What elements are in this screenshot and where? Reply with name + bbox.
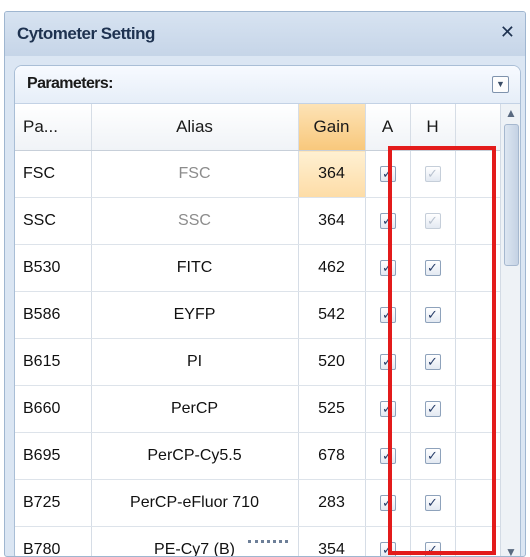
column-header-gain[interactable]: Gain (298, 104, 365, 151)
area-checkbox-cell: ✓ (365, 292, 410, 339)
parameter-cell: B725 (15, 480, 91, 527)
height-checkbox-cell: ✓ (410, 245, 455, 292)
parameters-table: Pa... Alias Gain A H FSCFSC364✓✓SSCSSC36… (15, 104, 500, 557)
table-row[interactable]: B695PerCP-Cy5.5678 ✓ ✓ (15, 433, 500, 480)
parameters-title: Parameters: (27, 75, 113, 93)
spacer-cell (455, 245, 500, 292)
area-checkbox[interactable]: ✓ (380, 213, 396, 229)
collapse-icon[interactable]: ▼ (492, 76, 509, 93)
area-checkbox-cell: ✓ (365, 339, 410, 386)
height-checkbox-cell: ✓ (410, 480, 455, 527)
area-checkbox[interactable]: ✓ (380, 354, 396, 370)
area-checkbox[interactable]: ✓ (380, 166, 396, 182)
gain-cell[interactable]: 542 (298, 292, 365, 339)
close-icon[interactable]: ✕ (500, 22, 515, 43)
gain-cell[interactable]: 364 (298, 151, 365, 198)
area-checkbox[interactable]: ✓ (380, 495, 396, 511)
spacer-cell (455, 433, 500, 480)
gain-cell[interactable]: 364 (298, 198, 365, 245)
parameter-cell: B586 (15, 292, 91, 339)
area-checkbox[interactable]: ✓ (380, 260, 396, 276)
parameter-cell: B530 (15, 245, 91, 292)
area-checkbox-cell: ✓ (365, 527, 410, 557)
height-checkbox-cell: ✓ (410, 198, 455, 245)
cytometer-setting-panel: Cytometer Setting ✕ Parameters: ▼ Pa... … (4, 11, 526, 557)
alias-cell[interactable]: PerCP-Cy5.5 (91, 433, 298, 480)
area-checkbox-cell: ✓ (365, 433, 410, 480)
parameters-grid: Pa... Alias Gain A H FSCFSC364✓✓SSCSSC36… (15, 104, 500, 557)
table-row[interactable]: B615PI520 ✓ ✓ (15, 339, 500, 386)
spacer-cell (455, 527, 500, 557)
vertical-scrollbar[interactable]: ▲ ▼ (500, 104, 521, 557)
height-checkbox-cell: ✓ (410, 151, 455, 198)
spacer-cell (455, 339, 500, 386)
height-checkbox[interactable]: ✓ (425, 260, 441, 276)
height-checkbox: ✓ (425, 213, 441, 229)
height-checkbox-cell: ✓ (410, 339, 455, 386)
parameter-cell: SSC (15, 198, 91, 245)
spacer-cell (455, 386, 500, 433)
alias-cell[interactable]: FITC (91, 245, 298, 292)
column-header-a[interactable]: A (365, 104, 410, 151)
parameter-cell: B615 (15, 339, 91, 386)
column-header-spacer (455, 104, 500, 151)
gain-cell[interactable]: 678 (298, 433, 365, 480)
gain-cell[interactable]: 520 (298, 339, 365, 386)
spacer-cell (455, 198, 500, 245)
panel-titlebar: Cytometer Setting ✕ (5, 12, 525, 56)
table-row[interactable]: B660PerCP525 ✓ ✓ (15, 386, 500, 433)
parameters-header: Parameters: ▼ (15, 66, 520, 104)
area-checkbox[interactable]: ✓ (380, 448, 396, 464)
table-row[interactable]: FSCFSC364✓✓ (15, 151, 500, 198)
spacer-cell (455, 292, 500, 339)
height-checkbox-cell: ✓ (410, 433, 455, 480)
gain-cell[interactable]: 283 (298, 480, 365, 527)
column-header-parameter[interactable]: Pa... (15, 104, 91, 151)
gain-cell[interactable]: 525 (298, 386, 365, 433)
alias-cell[interactable]: EYFP (91, 292, 298, 339)
resize-grip-icon[interactable] (248, 540, 288, 546)
height-checkbox[interactable]: ✓ (425, 448, 441, 464)
panel-title: Cytometer Setting (17, 24, 155, 44)
area-checkbox-cell: ✓ (365, 386, 410, 433)
gain-cell[interactable]: 462 (298, 245, 365, 292)
gain-cell[interactable]: 354 (298, 527, 365, 557)
area-checkbox[interactable]: ✓ (380, 307, 396, 323)
spacer-cell (455, 480, 500, 527)
parameter-cell: B695 (15, 433, 91, 480)
area-checkbox-cell: ✓ (365, 198, 410, 245)
height-checkbox-cell: ✓ (410, 527, 455, 557)
area-checkbox[interactable]: ✓ (380, 401, 396, 417)
parameter-cell: FSC (15, 151, 91, 198)
alias-cell[interactable]: SSC (91, 198, 298, 245)
height-checkbox[interactable]: ✓ (425, 354, 441, 370)
alias-cell[interactable]: FSC (91, 151, 298, 198)
parameters-group: Parameters: ▼ Pa... Alias Gain A H FSCFS… (14, 65, 521, 557)
height-checkbox[interactable]: ✓ (425, 495, 441, 511)
table-row[interactable]: B586EYFP542 ✓ ✓ (15, 292, 500, 339)
area-checkbox-cell: ✓ (365, 480, 410, 527)
scrollbar-thumb[interactable] (504, 124, 519, 266)
alias-cell[interactable]: PI (91, 339, 298, 386)
area-checkbox-cell: ✓ (365, 151, 410, 198)
scroll-up-icon[interactable]: ▲ (501, 104, 521, 122)
table-row[interactable]: SSCSSC364✓✓ (15, 198, 500, 245)
height-checkbox: ✓ (425, 166, 441, 182)
table-row[interactable]: B725PerCP-eFluor 710283 ✓ ✓ (15, 480, 500, 527)
area-checkbox-cell: ✓ (365, 245, 410, 292)
height-checkbox[interactable]: ✓ (425, 401, 441, 417)
height-checkbox[interactable]: ✓ (425, 307, 441, 323)
parameter-cell: B660 (15, 386, 91, 433)
table-row[interactable]: B530FITC462 ✓ ✓ (15, 245, 500, 292)
alias-cell[interactable]: PerCP-eFluor 710 (91, 480, 298, 527)
height-checkbox-cell: ✓ (410, 292, 455, 339)
parameter-cell: B780 (15, 527, 91, 557)
spacer-cell (455, 151, 500, 198)
height-checkbox-cell: ✓ (410, 386, 455, 433)
column-header-alias[interactable]: Alias (91, 104, 298, 151)
column-header-h[interactable]: H (410, 104, 455, 151)
alias-cell[interactable]: PerCP (91, 386, 298, 433)
